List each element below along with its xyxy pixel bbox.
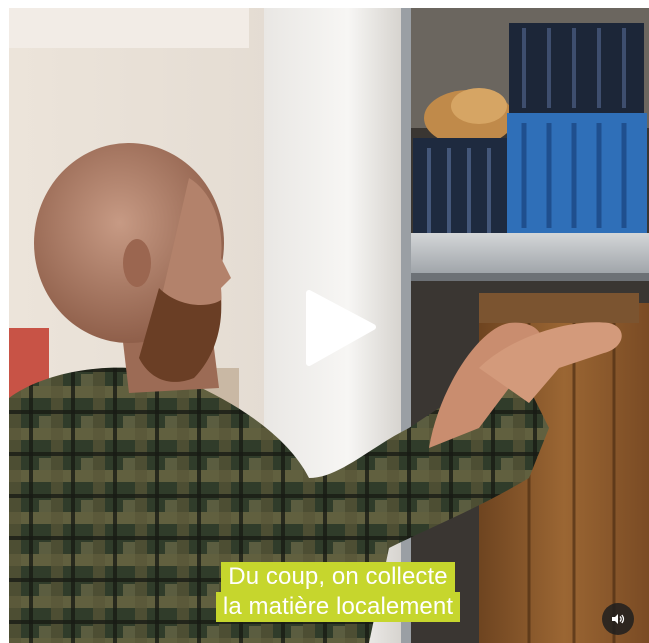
play-button[interactable] (299, 285, 379, 370)
caption-line-1: Du coup, on collecte (221, 562, 455, 592)
caption-line-2: la matière localement (215, 592, 461, 622)
mute-button[interactable] (602, 603, 634, 635)
speaker-icon (612, 614, 625, 624)
video-caption: Du coup, on collecte la matière localeme… (187, 562, 489, 622)
play-icon (306, 290, 376, 366)
video-player[interactable]: Du coup, on collecte la matière localeme… (9, 8, 649, 643)
